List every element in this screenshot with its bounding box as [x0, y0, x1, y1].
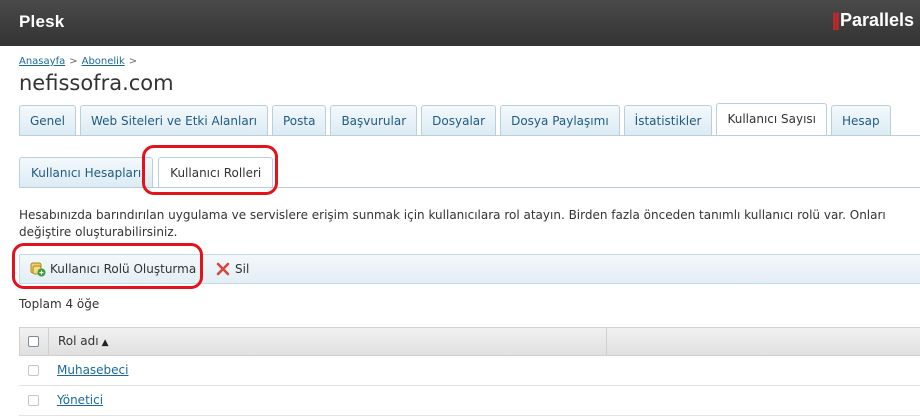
role-name-column-header[interactable]: Rol adı ▲	[48, 328, 607, 355]
toolbar: Kullanıcı Rolü Oluşturma Sil	[19, 254, 920, 284]
tab-applications[interactable]: Başvurular	[330, 105, 418, 135]
role-link[interactable]: Yönetici	[57, 393, 103, 407]
delete-label: Sil	[235, 262, 250, 276]
breadcrumb-separator: >	[69, 56, 78, 67]
vendor-name: Parallels	[839, 10, 914, 30]
app-brand[interactable]: Plesk	[19, 12, 64, 32]
page-description: Hesabınızda barındırılan uygulama ve ser…	[19, 208, 886, 239]
tab-file-sharing[interactable]: Dosya Paylaşımı	[500, 105, 620, 135]
items-total: Toplam 4 öğe	[19, 297, 100, 311]
tab-websites-domains[interactable]: Web Siteleri ve Etki Alanları	[80, 105, 268, 135]
table-header: Rol adı ▲	[19, 327, 920, 356]
roles-table: Rol adı ▲ Muhasebeci Yönetici	[19, 327, 920, 416]
breadcrumb-home[interactable]: Anasayfa	[19, 56, 65, 67]
tab-users[interactable]: Kullanıcı Sayısı	[716, 103, 828, 135]
top-bar: Plesk || Parallels	[0, 0, 920, 46]
column-header-text: Rol adı	[58, 334, 99, 348]
breadcrumb-separator: >	[128, 56, 138, 67]
tab-general[interactable]: Genel	[19, 105, 77, 135]
tab-statistics[interactable]: İstatistikler	[623, 105, 713, 135]
add-role-icon	[30, 261, 46, 277]
delete-icon	[215, 261, 231, 277]
main-tabs: Genel Web Siteleri ve Etki Alanları Post…	[19, 103, 891, 135]
table-row: Yönetici	[19, 386, 920, 416]
tab-files[interactable]: Dosyalar	[421, 105, 497, 135]
tab-account[interactable]: Hesap	[831, 105, 891, 135]
subtabs-divider	[19, 187, 920, 188]
delete-button[interactable]: Sil	[215, 261, 249, 277]
breadcrumb: Anasayfa > Abonelik >	[19, 56, 141, 67]
vendor-logo: || Parallels	[832, 10, 914, 31]
breadcrumb-subscription[interactable]: Abonelik	[82, 56, 125, 67]
role-name-header-label: Rol adı ▲	[58, 334, 109, 348]
create-role-button[interactable]: Kullanıcı Rolü Oluşturma	[30, 261, 196, 277]
role-link[interactable]: Muhasebeci	[57, 363, 128, 377]
select-all-cell	[20, 328, 49, 355]
tabs-divider	[19, 135, 920, 136]
row-checkbox[interactable]	[28, 395, 39, 406]
page-title: nefissofra.com	[19, 71, 174, 95]
row-checkbox[interactable]	[28, 365, 39, 376]
sort-ascending-icon: ▲	[101, 338, 109, 348]
subtab-user-accounts[interactable]: Kullanıcı Hesapları	[19, 157, 154, 187]
sub-tabs: Kullanıcı Hesapları Kullanıcı Rolleri	[19, 157, 274, 187]
vendor-mark: ||	[831, 10, 840, 30]
select-all-checkbox[interactable]	[28, 336, 39, 347]
create-role-label: Kullanıcı Rolü Oluşturma	[50, 262, 197, 276]
table-row: Muhasebeci	[19, 356, 920, 386]
tab-mail[interactable]: Posta	[271, 105, 327, 135]
subtab-user-roles[interactable]: Kullanıcı Rolleri	[158, 157, 274, 187]
